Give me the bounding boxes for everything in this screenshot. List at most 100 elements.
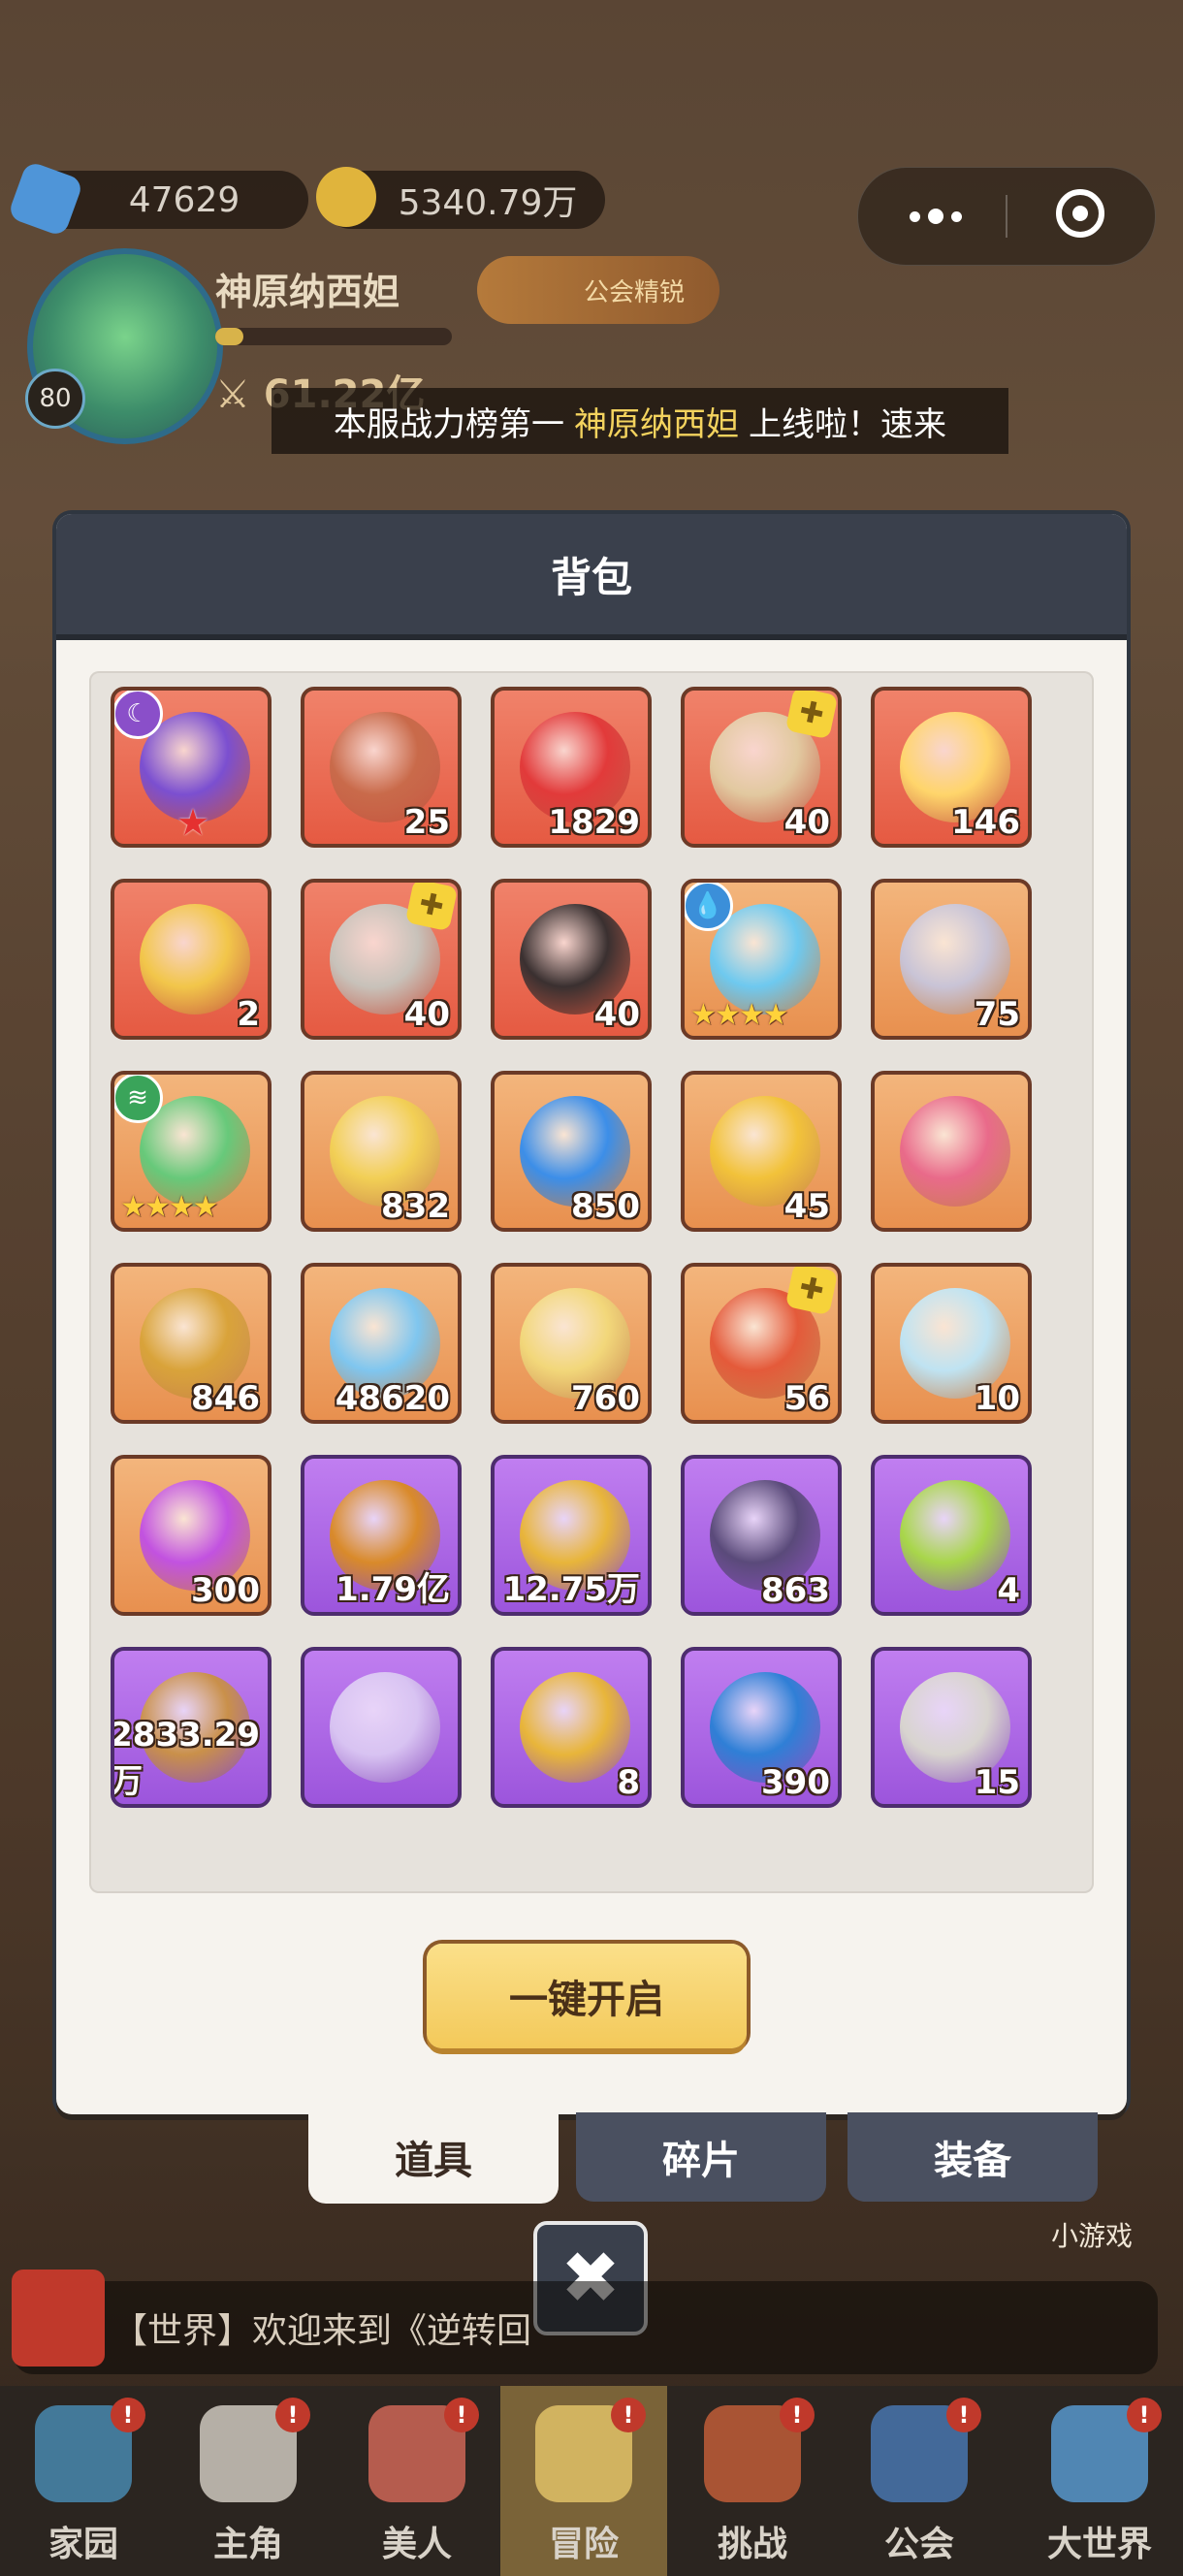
more-menu-icon[interactable] xyxy=(887,193,984,240)
nav-home[interactable]: 家园! xyxy=(0,2386,167,2576)
modal-title: 背包 xyxy=(550,553,632,601)
item-grid: ★ ☾ 25 1829 40 ✚ 146 2 40 ✚ 40 ★★★★ 💧 75 ★★★★ ≋ 832 850 45… xyxy=(89,671,1094,1893)
diamond-counter[interactable]: 47629 xyxy=(7,160,308,238)
nav-label: 冒险 xyxy=(548,2525,619,2564)
inventory-slot[interactable]: 146 xyxy=(871,687,1032,848)
guild-rank-badge[interactable]: 公会精锐 xyxy=(477,256,719,324)
gold-coin-icon xyxy=(316,167,376,227)
guild-rank-label: 公会精锐 xyxy=(583,277,685,307)
nav-adventure[interactable]: 冒险! xyxy=(500,2386,667,2576)
item-count: 2 xyxy=(237,995,260,1034)
inventory-slot[interactable]: 846 xyxy=(111,1263,272,1424)
nav-label: 家园 xyxy=(48,2525,118,2564)
inventory-slot[interactable]: 56 ✚ xyxy=(681,1263,842,1424)
inventory-slot[interactable]: 10 xyxy=(871,1263,1032,1424)
inventory-slot[interactable]: 1829 xyxy=(491,687,652,848)
green-ticket-icon xyxy=(900,1480,1010,1591)
world-chat-bar[interactable]: 【世界】欢迎来到《逆转回 xyxy=(14,2281,1158,2374)
inventory-slot[interactable]: ★★★★ 💧 xyxy=(681,879,842,1040)
player-level-badge: 80 xyxy=(25,369,85,429)
notification-badge: ! xyxy=(275,2398,310,2432)
announcement-prefix: 本服战力榜第一 xyxy=(334,404,564,444)
wind-element-icon: ≋ xyxy=(114,1075,163,1123)
element-flame-icon xyxy=(900,1096,1010,1207)
item-count: 40 xyxy=(403,995,450,1034)
inventory-slot[interactable]: 45 xyxy=(681,1071,842,1232)
nav-label: 公会 xyxy=(883,2525,954,2564)
item-count: 846 xyxy=(191,1379,260,1418)
inventory-slot[interactable]: ★★★★ ≋ xyxy=(111,1071,272,1232)
red-star-icon: ★ xyxy=(176,801,210,844)
nav-label: 主角 xyxy=(212,2525,283,2564)
modal-header: 背包 xyxy=(56,514,1127,640)
item-count: 2833.29万 xyxy=(111,1716,260,1801)
nav-hero[interactable]: 主角! xyxy=(165,2386,332,2576)
xp-bar xyxy=(215,328,452,345)
xp-bar-fill xyxy=(215,328,244,345)
tab-equipment[interactable]: 装备 xyxy=(847,2112,1098,2202)
notification-badge: ! xyxy=(780,2398,815,2432)
inventory-slot[interactable]: 2833.29万 xyxy=(111,1647,272,1808)
red-ticket-icon xyxy=(520,1672,630,1783)
inventory-slot[interactable]: ★ ☾ xyxy=(111,687,272,848)
announcement-suffix: 上线啦！速来 xyxy=(749,404,946,444)
inventory-slot[interactable]: 863 xyxy=(681,1455,842,1616)
nav-label: 大世界 xyxy=(1046,2525,1152,2564)
tab-fragments[interactable]: 碎片 xyxy=(576,2112,826,2202)
inventory-slot[interactable]: 25 xyxy=(301,687,462,848)
nav-label: 挑战 xyxy=(717,2525,787,2564)
notification-badge: ! xyxy=(444,2398,479,2432)
inventory-slot[interactable]: 48620 xyxy=(301,1263,462,1424)
inventory-slot[interactable]: 2 xyxy=(111,879,272,1040)
open-all-button[interactable]: 一键开启 xyxy=(427,1944,747,2048)
mini-game-label[interactable]: 小游戏 xyxy=(1051,2215,1133,2254)
close-miniprogram-icon[interactable] xyxy=(1056,189,1104,238)
inventory-slot[interactable]: 4 xyxy=(871,1455,1032,1616)
inventory-slot[interactable]: 12.75万 xyxy=(491,1455,652,1616)
nav-beauty[interactable]: 美人! xyxy=(334,2386,500,2576)
item-count: 300 xyxy=(191,1571,260,1610)
sword-icon: ⚔ xyxy=(215,372,250,417)
gold-counter[interactable]: 5340.79万 xyxy=(316,167,605,229)
inventory-slot[interactable]: 40 ✚ xyxy=(681,687,842,848)
item-count: 4 xyxy=(997,1571,1020,1610)
notification-badge: ! xyxy=(1127,2398,1162,2432)
item-count: 15 xyxy=(974,1763,1020,1802)
open-all-label: 一键开启 xyxy=(509,1978,664,2022)
inventory-slot[interactable] xyxy=(871,1071,1032,1232)
item-count: 56 xyxy=(783,1379,830,1418)
fragment-puzzle-icon: ✚ xyxy=(784,691,838,740)
inventory-slot[interactable]: 40 xyxy=(491,879,652,1040)
inventory-slot[interactable]: 300 xyxy=(111,1455,272,1616)
fragment-puzzle-icon: ✚ xyxy=(784,1267,838,1316)
tab-fragments-label: 碎片 xyxy=(662,2139,740,2183)
inventory-slot[interactable]: 75 xyxy=(871,879,1032,1040)
nav-guild[interactable]: 公会! xyxy=(836,2386,1003,2576)
item-count: 40 xyxy=(593,995,640,1034)
item-count: 1829 xyxy=(548,803,640,842)
inventory-slot[interactable]: 1.79亿 xyxy=(301,1455,462,1616)
inventory-slot[interactable]: 390 xyxy=(681,1647,842,1808)
notification-badge: ! xyxy=(946,2398,981,2432)
inventory-slot[interactable]: 850 xyxy=(491,1071,652,1232)
nav-challenge[interactable]: 挑战! xyxy=(669,2386,836,2576)
inventory-slot[interactable] xyxy=(301,1647,462,1808)
miniprogram-capsule xyxy=(857,167,1156,266)
item-count: 75 xyxy=(974,995,1020,1034)
inventory-slot[interactable]: 40 ✚ xyxy=(301,879,462,1040)
world-chat-text: 【世界】欢迎来到《逆转回 xyxy=(112,2311,532,2351)
red-envelope-icon[interactable] xyxy=(12,2270,105,2367)
nav-label: 美人 xyxy=(381,2525,452,2564)
backpack-modal: 背包 ★ ☾ 25 1829 40 ✚ 146 2 40 ✚ 40 ★★★★ 💧 75 ★★★★ ≋ 832 85… xyxy=(56,514,1127,2114)
inventory-slot[interactable]: 15 xyxy=(871,1647,1032,1808)
star-rating: ★★★★ xyxy=(690,998,789,1032)
inventory-slot[interactable]: 832 xyxy=(301,1071,462,1232)
tab-items-label: 道具 xyxy=(395,2139,472,2183)
nav-world[interactable]: 大世界! xyxy=(1016,2386,1183,2576)
inventory-slot[interactable]: 8 xyxy=(491,1647,652,1808)
inventory-slot[interactable]: 760 xyxy=(491,1263,652,1424)
item-count: 390 xyxy=(761,1763,830,1802)
item-count: 863 xyxy=(761,1571,830,1610)
announcement-player: 神原纳西妲 xyxy=(574,404,739,444)
tab-items[interactable]: 道具 xyxy=(308,2110,559,2204)
